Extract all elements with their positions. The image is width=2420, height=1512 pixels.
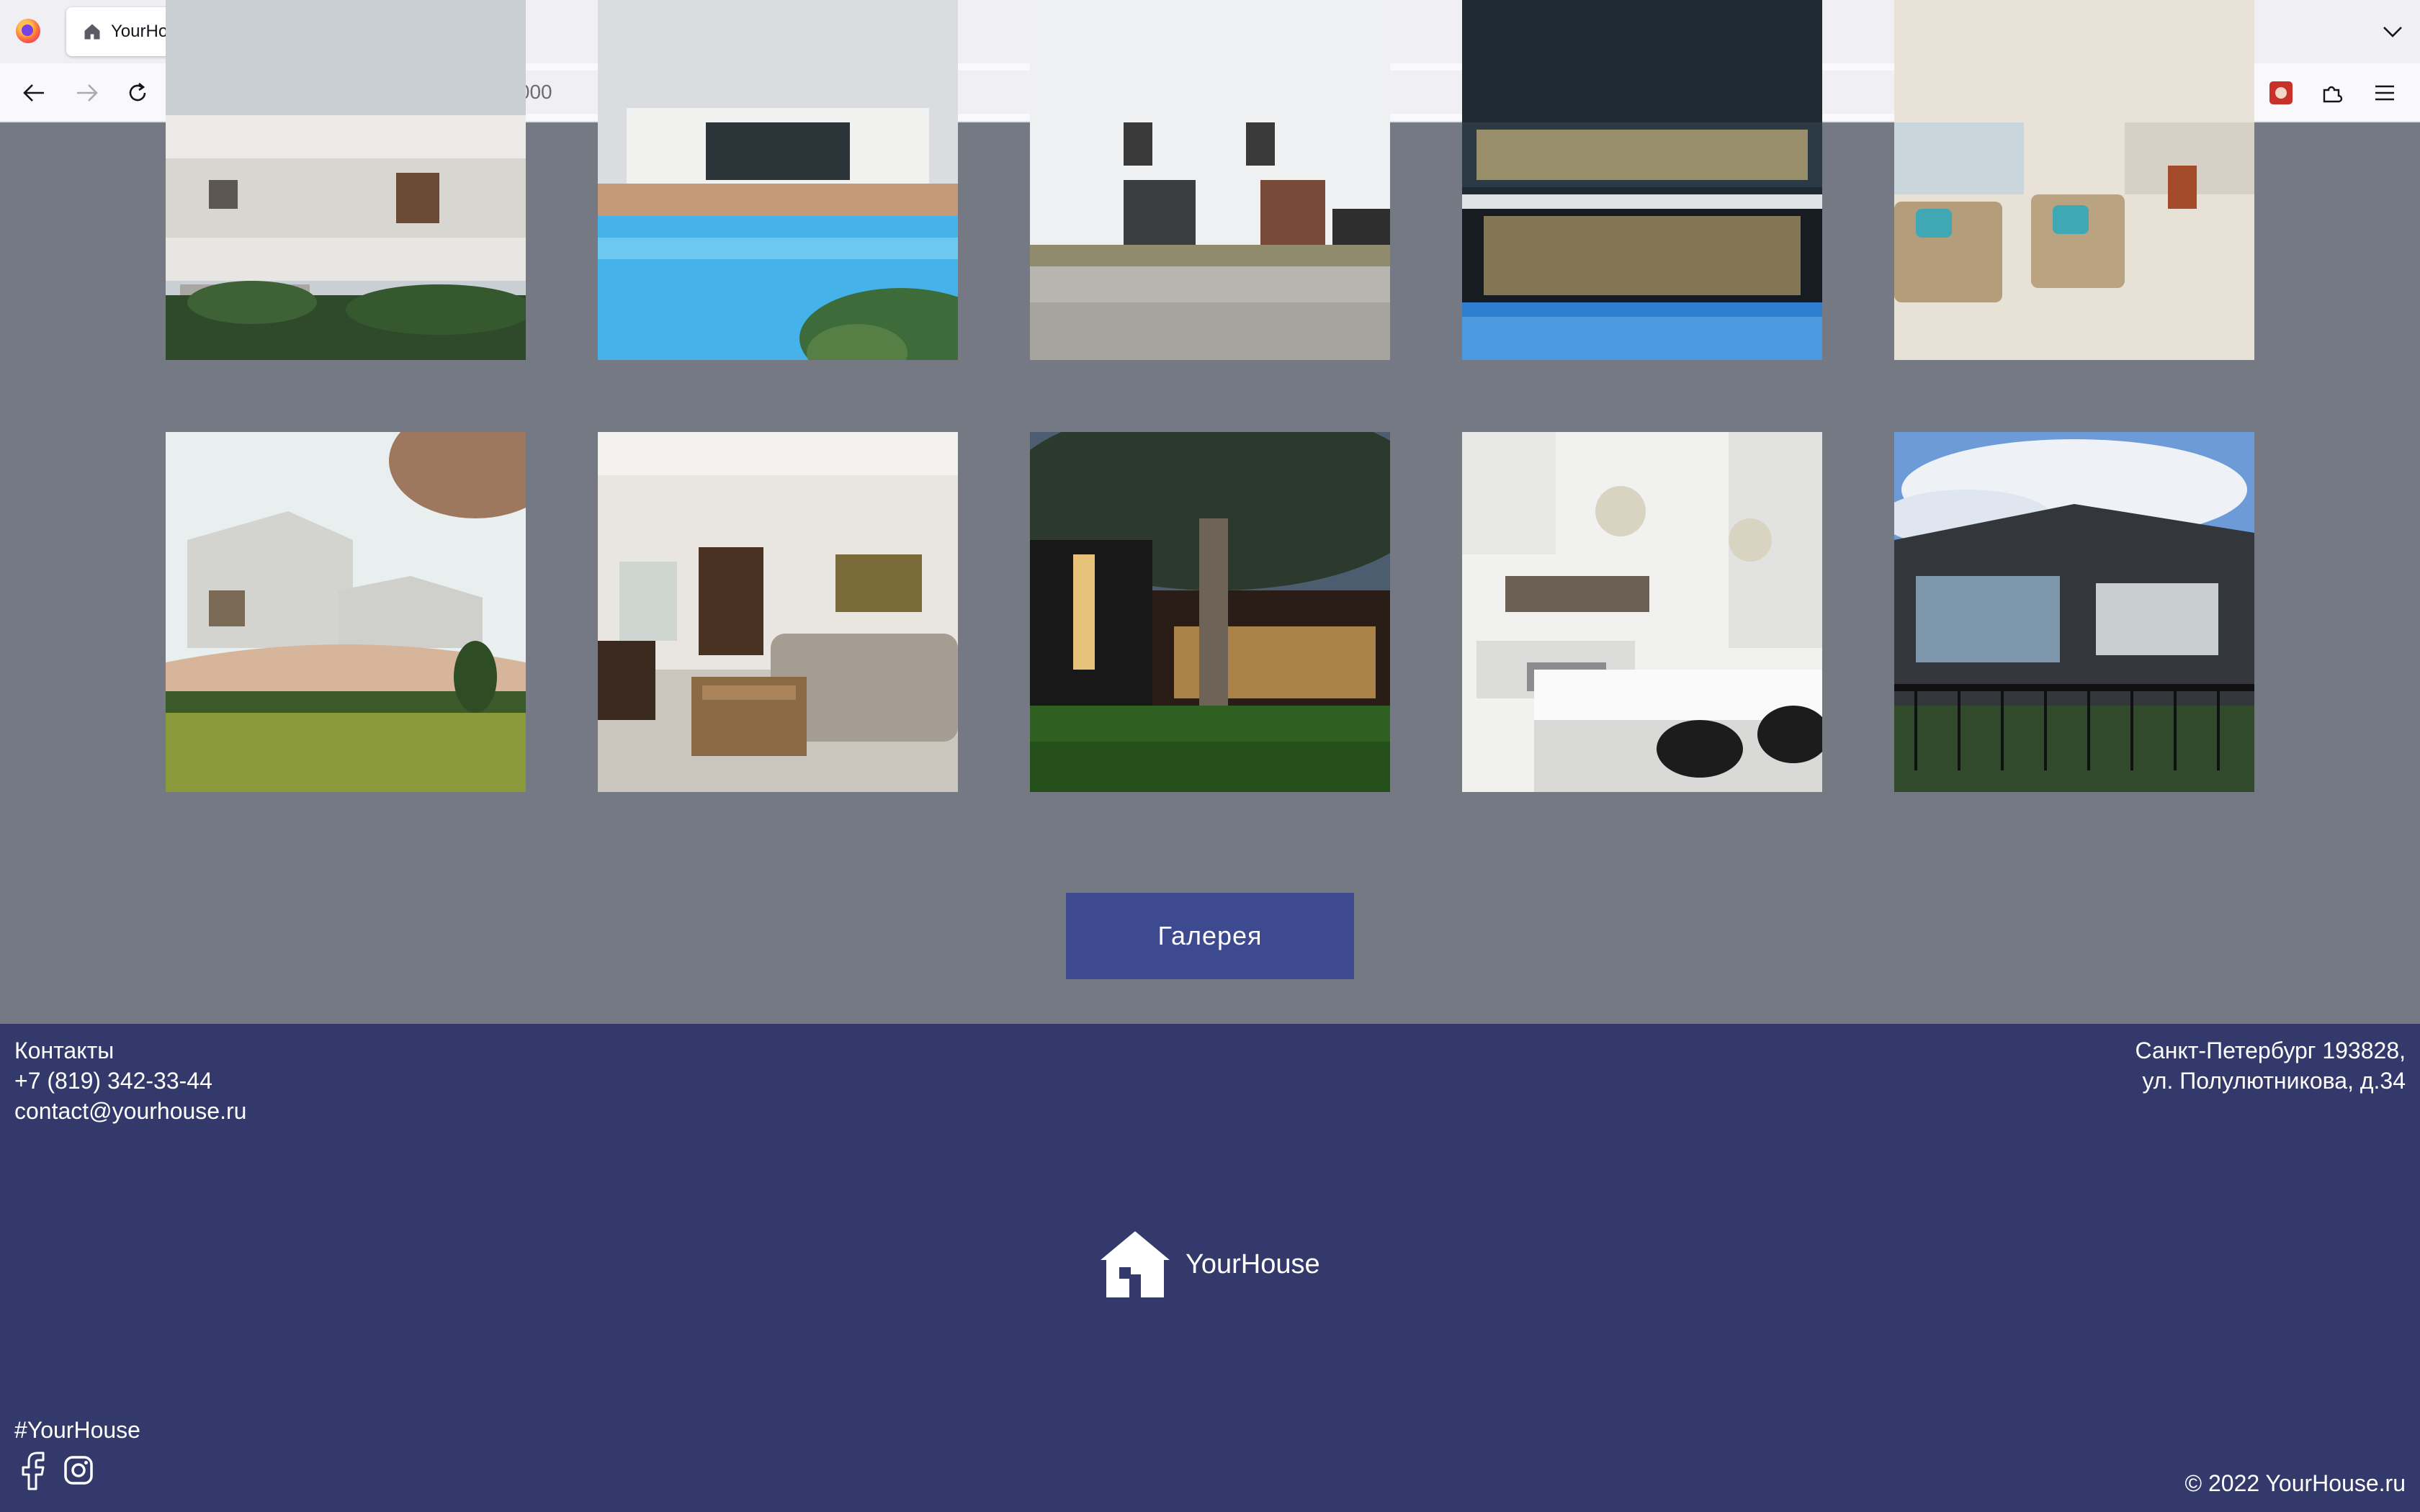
hashtag: #YourHouse [14,1417,140,1443]
photo-living-room-sofa[interactable] [598,432,958,792]
house-logo-icon [1101,1231,1170,1297]
contact-phone[interactable]: +7 (819) 342-33-44 [14,1066,246,1096]
social-links [17,1450,94,1490]
photo-villa-garden[interactable] [166,432,526,792]
photo-modern-house-fence[interactable] [1894,432,2254,792]
footer-logo[interactable]: YourHouse [1099,1230,1320,1299]
photo-house-night-glass[interactable] [1462,0,1822,360]
gallery-button[interactable]: Галерея [1066,893,1354,979]
address-line-1: Санкт-Петербург 193828, [2135,1038,2406,1063]
gallery-section: Галерея [0,0,2420,1024]
firefox-logo-icon [16,19,40,43]
contact-email[interactable]: contact@yourhouse.ru [14,1096,246,1126]
forward-button[interactable] [69,75,105,111]
facebook-icon[interactable] [17,1450,49,1490]
address-block: Санкт-Петербург 193828, ул. Полулютников… [2135,1035,2406,1096]
extensions-menu-button[interactable] [2315,75,2351,111]
back-arrow-icon [23,84,44,102]
extension-icon [2269,81,2293,104]
chevron-down-icon [2383,27,2402,37]
contacts-title: Контакты [14,1038,115,1063]
instagram-icon[interactable] [63,1455,94,1485]
puzzle-icon [2323,86,2343,103]
photo-kitchen-white[interactable] [1462,432,1822,792]
reload-button[interactable] [120,75,156,111]
hamburger-menu-icon [2375,85,2394,101]
extension-button[interactable] [2263,75,2299,111]
contacts-block: Контакты +7 (819) 342-33-44 contact@your… [14,1035,246,1126]
forward-arrow-icon [77,84,98,102]
logo-text: YourHouse [1186,1248,1320,1279]
home-icon [84,24,100,40]
list-all-tabs-button[interactable] [2378,17,2407,46]
photo-house-tree-evening[interactable] [1030,432,1390,792]
photo-house-pool[interactable] [598,0,958,360]
photo-house-terrace[interactable] [166,0,526,360]
reload-icon [129,83,146,102]
photo-living-room-beige[interactable] [1894,0,2254,360]
back-button[interactable] [16,75,52,111]
app-menu-button[interactable] [2367,75,2403,111]
address-line-2: ул. Полулютникова, д.34 [2142,1068,2406,1094]
copyright: © 2022 YourHouse.ru [2184,1470,2406,1496]
photo-house-white-facade[interactable] [1030,0,1390,360]
footer: Контакты +7 (819) 342-33-44 contact@your… [0,1024,2420,1512]
